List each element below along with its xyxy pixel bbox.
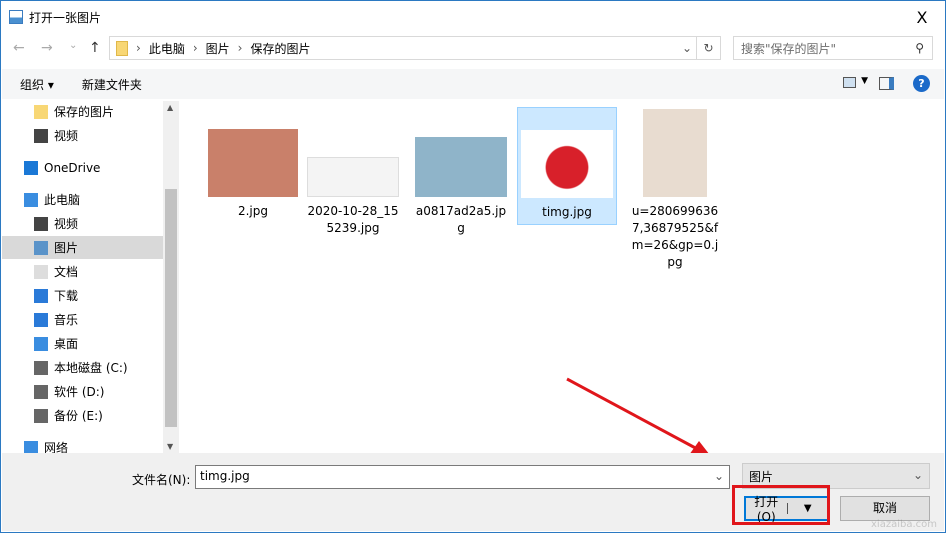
- breadcrumb-pictures[interactable]: 图片: [206, 40, 230, 57]
- close-button[interactable]: X: [899, 1, 945, 33]
- sidebar-item[interactable]: 文档: [2, 260, 163, 283]
- address-bar[interactable]: › 此电脑 › 图片 › 保存的图片 ⌄ ↻: [109, 36, 721, 60]
- sidebar-item[interactable]: 视频: [2, 124, 163, 147]
- cloud-icon: [24, 160, 38, 175]
- open-file-dialog: 打开一张图片 X ← → ⌄ ↑ › 此电脑 › 图片 › 保存的图片 ⌄ ↻ 搜索"…: [0, 0, 946, 533]
- sidebar-item[interactable]: 图片: [2, 236, 163, 259]
- thumbnail-image: [521, 130, 613, 198]
- sidebar-item[interactable]: 视频: [2, 212, 163, 235]
- sidebar-scrollbar[interactable]: ▲ ▼: [163, 101, 179, 453]
- sidebar-item[interactable]: 下载: [2, 284, 163, 307]
- network-icon: [24, 440, 38, 453]
- new-folder-button[interactable]: 新建文件夹: [82, 76, 142, 93]
- thumbnail-image: [643, 109, 707, 197]
- music-icon: [34, 312, 48, 327]
- document-icon: [34, 264, 48, 279]
- refresh-icon[interactable]: ↻: [696, 37, 720, 59]
- annotation-arrow: [566, 377, 713, 459]
- file-item[interactable]: timg.jpg: [517, 107, 617, 225]
- sidebar-item[interactable]: 音乐: [2, 308, 163, 331]
- sidebar-item-label: 音乐: [54, 313, 79, 327]
- chevron-down-icon[interactable]: ▼: [861, 76, 868, 86]
- sidebar-item-label: 桌面: [54, 337, 79, 351]
- organize-button[interactable]: 组织 ▾: [20, 76, 54, 93]
- video-icon: [34, 216, 48, 231]
- forward-icon[interactable]: →: [41, 40, 53, 56]
- folder-icon: [34, 104, 48, 119]
- drive-icon: [34, 408, 48, 423]
- sidebar-item[interactable]: 保存的图片: [2, 101, 163, 123]
- sidebar-item[interactable]: 此电脑: [2, 188, 163, 211]
- search-input[interactable]: 搜索"保存的图片" ⚲: [733, 36, 933, 60]
- highlight-box: [732, 485, 830, 525]
- view-icon[interactable]: [843, 77, 856, 88]
- file-item[interactable]: a0817ad2a5.jpg: [411, 107, 511, 237]
- file-name: timg.jpg: [542, 205, 592, 219]
- up-icon[interactable]: ↑: [89, 40, 101, 56]
- file-name: 2020-10-28_155239.jpg: [307, 204, 399, 235]
- title-bar: 打开一张图片 X: [1, 1, 945, 33]
- scrollbar-thumb[interactable]: [165, 189, 177, 427]
- sidebar-item-label: 下载: [54, 289, 79, 303]
- drive-icon: [34, 360, 48, 375]
- filename-input[interactable]: timg.jpg ⌄: [195, 465, 730, 489]
- sidebar-item-label: 此电脑: [44, 193, 81, 207]
- folder-icon: [116, 40, 128, 56]
- thumbnail-image: [415, 137, 507, 197]
- back-icon[interactable]: ←: [13, 40, 25, 56]
- help-icon[interactable]: ?: [913, 75, 930, 92]
- cancel-button[interactable]: 取消: [840, 496, 930, 521]
- sidebar-item[interactable]: 软件 (D:): [2, 380, 163, 403]
- navigation-bar: ← → ⌄ ↑ › 此电脑 › 图片 › 保存的图片 ⌄ ↻ 搜索"保存的图片" ⚲: [1, 35, 945, 63]
- filename-label: 文件名(N):: [132, 473, 191, 487]
- search-icon[interactable]: ⚲: [915, 41, 924, 55]
- thumbnail-image: [307, 157, 399, 197]
- sidebar-item-label: 本地磁盘 (C:): [54, 361, 128, 375]
- sidebar-item-label: 视频: [54, 129, 79, 143]
- sidebar-item-label: 文档: [54, 265, 79, 279]
- watermark: xiazaiba.com: [871, 519, 937, 530]
- breadcrumb-this-pc[interactable]: 此电脑: [149, 40, 185, 57]
- file-name: 2.jpg: [237, 204, 269, 218]
- sidebar-item[interactable]: 桌面: [2, 332, 163, 355]
- file-item[interactable]: 2.jpg: [203, 107, 303, 220]
- preview-pane-icon[interactable]: [879, 77, 894, 90]
- file-item[interactable]: 2020-10-28_155239.jpg: [303, 107, 403, 237]
- toolbar: 组织 ▾ 新建文件夹 ▼ ?: [2, 69, 944, 99]
- sidebar-item[interactable]: 备份 (E:): [2, 404, 163, 427]
- sidebar-item-label: 备份 (E:): [54, 409, 103, 423]
- image-app-icon: [9, 10, 23, 24]
- sidebar-item-label: 软件 (D:): [54, 385, 105, 399]
- recent-locations-icon[interactable]: ⌄: [69, 40, 77, 51]
- video-icon: [34, 128, 48, 143]
- navigation-pane: 保存的图片 视频 OneDrive 此电脑 视频 图片 文档 下载 音乐 桌面 本地磁盘 (C:) 软…: [2, 101, 179, 453]
- chevron-down-icon: ⌄: [912, 468, 923, 482]
- sidebar-item[interactable]: 本地磁盘 (C:): [2, 356, 163, 379]
- sidebar-item-label: OneDrive: [44, 160, 101, 175]
- desktop-icon: [34, 336, 48, 351]
- window-title: 打开一张图片: [29, 10, 102, 25]
- download-icon: [34, 288, 48, 303]
- sidebar-item-label: 视频: [54, 217, 79, 231]
- drive-icon: [34, 384, 48, 399]
- sidebar-item[interactable]: OneDrive: [2, 156, 163, 179]
- pictures-icon: [34, 240, 48, 255]
- file-name: u=2806996367,36879525&fm=26&gp=0.jpg: [631, 204, 719, 269]
- sidebar-item[interactable]: 网络: [2, 436, 163, 453]
- thumbnail-image: [208, 129, 298, 197]
- sidebar-item-label: 保存的图片: [54, 105, 115, 119]
- chevron-down-icon[interactable]: ⌄: [714, 469, 724, 483]
- chevron-down-icon[interactable]: ⌄: [682, 41, 692, 55]
- file-item[interactable]: u=2806996367,36879525&fm=26&gp=0.jpg: [625, 107, 725, 271]
- file-name: a0817ad2a5.jpg: [415, 204, 507, 235]
- breadcrumb-saved-pictures[interactable]: 保存的图片: [250, 40, 310, 57]
- sidebar-item-label: 网络: [44, 441, 69, 453]
- computer-icon: [24, 192, 38, 207]
- sidebar-item-label: 图片: [54, 241, 79, 255]
